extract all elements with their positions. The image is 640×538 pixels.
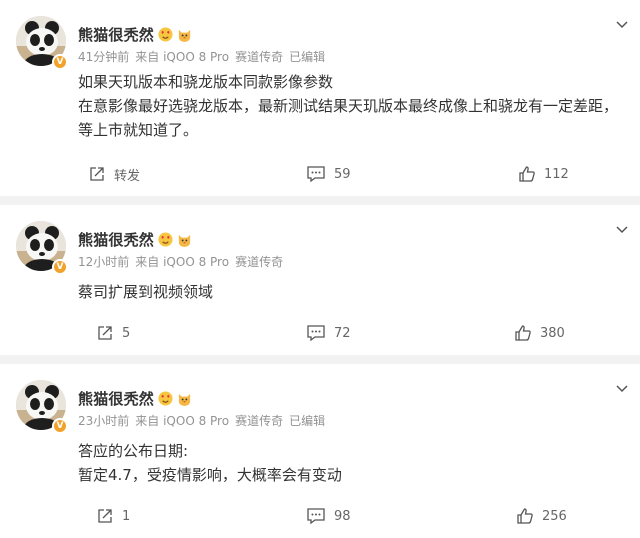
thumbs-up-icon <box>517 508 533 524</box>
action-bar: 5 72 380 <box>0 321 640 345</box>
post-card: V 熊猫很秃然 41分钟前 来自 iQOO 8 Pro 赛道传奇 已编辑 如果天玑版本… <box>0 0 640 196</box>
post-meta: 12小时前 来自 iQOO 8 Pro 赛道传奇 <box>78 253 289 270</box>
edited-label[interactable]: 已编辑 <box>289 414 325 428</box>
name-row: 熊猫很秃然 <box>78 24 192 44</box>
repost-label: 转发 <box>114 168 141 184</box>
chevron-down-icon[interactable] <box>612 378 632 398</box>
post-time[interactable]: 41分钟前 <box>78 50 129 64</box>
comment-count: 98 <box>334 508 351 524</box>
like-count: 112 <box>544 166 569 182</box>
post-meta: 23小时前 来自 iQOO 8 Pro 赛道传奇 已编辑 <box>78 412 331 429</box>
thumbs-up-icon <box>519 166 535 182</box>
like-button[interactable]: 256 <box>516 504 567 528</box>
comment-button[interactable]: 72 <box>306 321 351 345</box>
post-card: V 熊猫很秃然 23小时前 来自 iQOO 8 Pro 赛道传奇 已编辑 答应的公布日… <box>0 364 640 538</box>
action-bar: 转发 59 112 <box>0 162 640 186</box>
cat-emoji-icon <box>177 232 192 247</box>
post-content: 答应的公布日期: 暂定4.7，受疫情影响，大概率会有变动 <box>78 439 626 487</box>
content-line: 答应的公布日期: <box>78 442 189 460</box>
post-topic[interactable]: 赛道传奇 <box>235 255 283 269</box>
post-time[interactable]: 12小时前 <box>78 255 129 269</box>
repost-count: 1 <box>122 508 131 524</box>
cat-emoji-icon <box>177 391 192 406</box>
username[interactable]: 熊猫很秃然 <box>78 229 154 250</box>
repost-button[interactable]: 1 <box>96 504 130 528</box>
name-row: 熊猫很秃然 <box>78 229 192 249</box>
verified-badge: V <box>52 418 68 434</box>
comment-button[interactable]: 59 <box>306 162 351 186</box>
thumbs-up-icon <box>515 325 531 341</box>
like-button[interactable]: 380 <box>514 321 565 345</box>
repost-count: 5 <box>122 325 131 341</box>
post-content: 蔡司扩展到视频领域 <box>78 280 626 304</box>
like-count: 380 <box>540 325 565 341</box>
content-line: 暂定4.7，受疫情影响，大概率会有变动 <box>78 466 342 484</box>
like-count: 256 <box>542 508 567 524</box>
comment-icon <box>307 508 325 525</box>
comment-icon <box>307 325 325 342</box>
verified-badge: V <box>52 259 68 275</box>
heart-eyes-emoji-icon <box>158 390 173 406</box>
repost-icon <box>98 509 112 523</box>
comment-button[interactable]: 98 <box>306 504 351 528</box>
post-source: 来自 iQOO 8 Pro <box>135 414 230 428</box>
post-time[interactable]: 23小时前 <box>78 414 129 428</box>
chevron-down-icon[interactable] <box>612 219 632 239</box>
repost-button[interactable]: 5 <box>96 321 130 345</box>
content-line: 在意影像最好选骁龙版本，最新测试结果天玑版本最终成像上和骁龙有一定差距，等上市就… <box>78 97 619 139</box>
weibo-feed: V 熊猫很秃然 41分钟前 来自 iQOO 8 Pro 赛道传奇 已编辑 如果天玑版本… <box>0 0 640 538</box>
chevron-down-icon[interactable] <box>612 14 632 34</box>
post-source: 来自 iQOO 8 Pro <box>135 255 230 269</box>
edited-label[interactable]: 已编辑 <box>289 50 325 64</box>
post-source: 来自 iQOO 8 Pro <box>135 50 230 64</box>
post-topic[interactable]: 赛道传奇 <box>235 414 283 428</box>
repost-icon <box>90 167 104 181</box>
post-card: V 熊猫很秃然 12小时前 来自 iQOO 8 Pro 赛道传奇 蔡司扩展到视频领域… <box>0 205 640 355</box>
content-line: 蔡司扩展到视频领域 <box>78 283 214 301</box>
username[interactable]: 熊猫很秃然 <box>78 24 154 45</box>
comment-icon <box>307 166 325 183</box>
name-row: 熊猫很秃然 <box>78 388 192 408</box>
repost-button[interactable]: 转发 <box>88 162 140 186</box>
username[interactable]: 熊猫很秃然 <box>78 388 154 409</box>
cat-emoji-icon <box>177 27 192 42</box>
post-meta: 41分钟前 来自 iQOO 8 Pro 赛道传奇 已编辑 <box>78 48 331 65</box>
heart-eyes-emoji-icon <box>158 26 173 42</box>
action-bar: 1 98 256 <box>0 504 640 528</box>
repost-icon <box>98 326 112 340</box>
heart-eyes-emoji-icon <box>158 231 173 247</box>
like-button[interactable]: 112 <box>518 162 569 186</box>
comment-count: 59 <box>334 166 351 182</box>
verified-badge: V <box>52 54 68 70</box>
content-line: 如果天玑版本和骁龙版本同款影像参数 <box>78 73 334 91</box>
post-content: 如果天玑版本和骁龙版本同款影像参数 在意影像最好选骁龙版本，最新测试结果天玑版本… <box>78 70 626 142</box>
comment-count: 72 <box>334 325 351 341</box>
post-topic[interactable]: 赛道传奇 <box>235 50 283 64</box>
